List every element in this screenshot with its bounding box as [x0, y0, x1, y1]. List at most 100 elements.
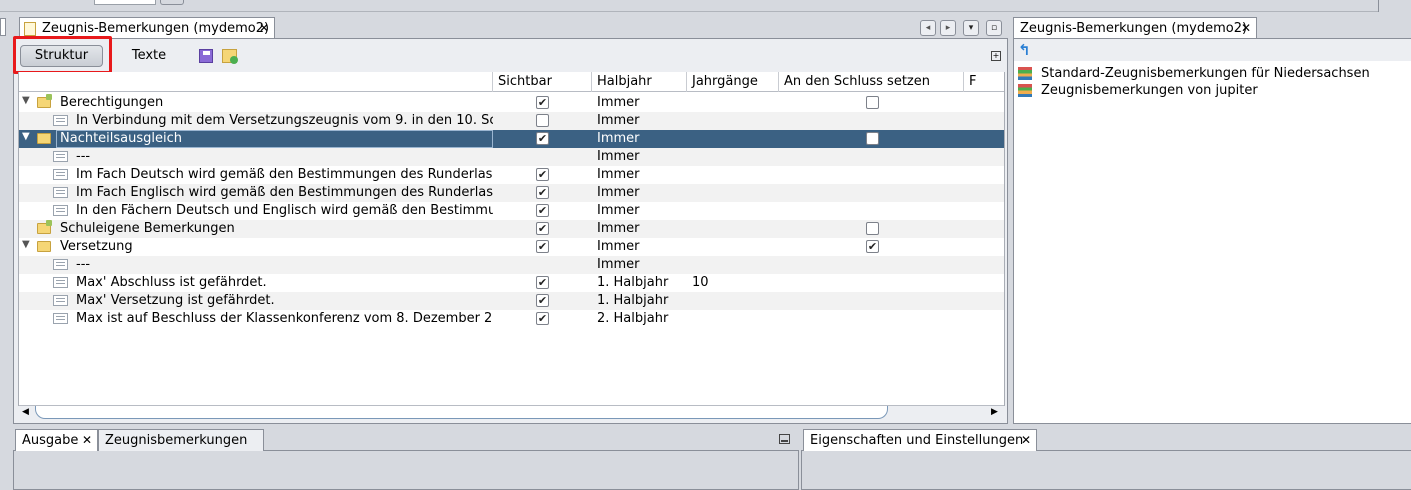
table-row[interactable]: In den Fächern Deutsch und Englisch wird… — [19, 202, 1004, 220]
stack-icon — [1018, 84, 1032, 97]
table-row[interactable]: ▼ Versetzung ✔ Immer ✔ — [19, 238, 1004, 256]
row-name: Im Fach Deutsch wird gemäß den Bestimmun… — [76, 167, 493, 182]
tab-zeugnisbemerkungen[interactable]: Zeugnisbemerkungen — [98, 429, 264, 451]
text-document-icon — [53, 187, 68, 198]
expand-toggle-icon[interactable]: ▼ — [22, 239, 30, 250]
halbjahr-cell: 2. Halbjahr — [597, 311, 669, 326]
close-icon[interactable]: ✕ — [259, 21, 269, 35]
editor-tab-title: Zeugnis-Bemerkungen (mydemo2) — [42, 21, 270, 36]
scrollbar-thumb[interactable] — [35, 406, 888, 419]
visible-checkbox[interactable]: ✔ — [536, 168, 549, 181]
end-checkbox[interactable]: ☐ — [866, 222, 879, 235]
side-list-item[interactable]: Zeugnisbemerkungen von jupiter — [1041, 83, 1258, 98]
tab-eigenschaften[interactable]: Eigenschaften und Einstellungen ✕ — [803, 429, 1037, 451]
visible-checkbox[interactable]: ✔ — [536, 222, 549, 235]
column-header-f[interactable]: F — [964, 72, 1004, 92]
close-icon[interactable]: ✕ — [1021, 433, 1031, 447]
halbjahr-cell: Immer — [597, 131, 640, 146]
visible-checkbox[interactable]: ✔ — [536, 276, 549, 289]
halbjahr-cell: Immer — [597, 239, 640, 254]
table-row[interactable]: --- Immer — [19, 256, 1004, 274]
column-header-halbjahr[interactable]: Halbjahr — [592, 72, 687, 92]
visible-checkbox[interactable]: ✔ — [536, 186, 549, 199]
folder-icon — [37, 220, 52, 234]
save-icon[interactable] — [199, 49, 213, 63]
row-name: --- — [76, 257, 91, 272]
close-icon[interactable]: ✕ — [82, 433, 92, 447]
halbjahr-cell: Immer — [597, 185, 640, 200]
table-row[interactable]: Max ist auf Beschluss der Klassenkonfere… — [19, 310, 1004, 328]
horizontal-scrollbar[interactable]: ◀ ▶ — [19, 405, 1004, 419]
visible-checkbox[interactable]: ✔ — [536, 294, 549, 307]
maximize-icon[interactable]: ▫ — [986, 20, 1002, 36]
table-row[interactable]: In Verbindung mit dem Versetzungszeugnis… — [19, 112, 1004, 130]
table-row[interactable]: ▼ Berechtigungen ✔ Immer ☐ — [19, 94, 1004, 112]
table-row[interactable]: Max' Abschluss ist gefährdet. ✔ 1. Halbj… — [19, 274, 1004, 292]
tab-eigenschaften-label: Eigenschaften und Einstellungen — [810, 433, 1024, 448]
scroll-right-arrow-icon[interactable]: ▶ — [991, 407, 998, 417]
column-header-schluss[interactable]: An den Schluss setzen — [779, 72, 964, 92]
halbjahr-cell: Immer — [597, 203, 640, 218]
visible-checkbox[interactable]: ✔ — [536, 132, 549, 145]
row-name: --- — [76, 149, 91, 164]
scroll-left-arrow-icon[interactable]: ◀ — [22, 407, 29, 417]
dropdown-icon[interactable]: ▾ — [963, 20, 979, 36]
jahrgaenge-cell: 10 — [692, 275, 709, 290]
text-document-icon — [53, 313, 68, 324]
folder-icon — [37, 133, 51, 144]
visible-checkbox[interactable]: ✔ — [536, 96, 549, 109]
expand-toggle-icon[interactable]: ▼ — [22, 95, 30, 106]
top-strip — [0, 0, 1411, 12]
left-edge — [0, 18, 6, 36]
up-arrow-icon[interactable]: ↰ — [1018, 41, 1031, 59]
highlight-box — [13, 36, 112, 74]
halbjahr-cell: 1. Halbjahr — [597, 293, 669, 308]
table-row-selected[interactable]: ▼ Nachteilsausgleich ✔ Immer ☐ — [19, 130, 1004, 148]
top-button — [160, 0, 184, 5]
row-name: In den Fächern Deutsch und Englisch wird… — [76, 203, 493, 218]
minimize-icon[interactable] — [779, 434, 790, 444]
row-name: Im Fach Englisch wird gemäß den Bestimmu… — [76, 185, 493, 200]
scroll-right-icon[interactable]: ▸ — [940, 20, 956, 36]
table-row[interactable]: Schuleigene Bemerkungen ✔ Immer ☐ — [19, 220, 1004, 238]
visible-checkbox[interactable]: ☐ — [536, 114, 549, 127]
table-header: Sichtbar Halbjahr Jahrgänge An den Schlu… — [19, 72, 1004, 92]
row-name: Berechtigungen — [60, 95, 164, 110]
end-checkbox[interactable]: ☐ — [866, 132, 879, 145]
side-list — [1014, 62, 1411, 422]
row-name: Max' Versetzung ist gefährdet. — [76, 293, 275, 308]
column-header-name[interactable] — [19, 72, 493, 92]
tab-zeugnisbemerkungen-label: Zeugnisbemerkungen — [105, 433, 248, 448]
table-row[interactable]: Im Fach Deutsch wird gemäß den Bestimmun… — [19, 166, 1004, 184]
text-document-icon — [53, 169, 68, 180]
halbjahr-cell: Immer — [597, 149, 640, 164]
row-name: Schuleigene Bemerkungen — [60, 221, 235, 236]
visible-checkbox[interactable]: ✔ — [536, 240, 549, 253]
side-list-item[interactable]: Standard-Zeugnisbemerkungen für Niedersa… — [1041, 66, 1370, 81]
visible-checkbox[interactable]: ✔ — [536, 312, 549, 325]
text-document-icon — [53, 277, 68, 288]
scroll-left-icon[interactable]: ◂ — [920, 20, 936, 36]
add-folder-icon[interactable] — [222, 49, 238, 64]
folder-icon — [37, 241, 51, 252]
expand-toggle-icon[interactable]: ▼ — [22, 131, 30, 142]
halbjahr-cell: 1. Halbjahr — [597, 275, 669, 290]
close-icon[interactable]: ✕ — [1241, 21, 1251, 35]
tab-ausgabe[interactable]: Ausgabe ✕ — [15, 429, 98, 451]
row-name: In Verbindung mit dem Versetzungszeugnis… — [76, 113, 493, 128]
texte-button[interactable]: Texte — [122, 45, 176, 67]
column-header-sichtbar[interactable]: Sichtbar — [493, 72, 592, 92]
end-checkbox[interactable]: ☐ — [866, 96, 879, 109]
end-checkbox[interactable]: ✔ — [866, 240, 879, 253]
side-tab[interactable]: Zeugnis-Bemerkungen (mydemo2) ✕ — [1013, 17, 1257, 39]
stack-icon — [1018, 67, 1032, 80]
text-document-icon — [53, 205, 68, 216]
table-row[interactable]: --- Immer — [19, 148, 1004, 166]
row-name: Max' Abschluss ist gefährdet. — [76, 275, 267, 290]
table-row[interactable]: Max' Versetzung ist gefährdet. ✔ 1. Halb… — [19, 292, 1004, 310]
table-row[interactable]: Im Fach Englisch wird gemäß den Bestimmu… — [19, 184, 1004, 202]
visible-checkbox[interactable]: ✔ — [536, 204, 549, 217]
column-header-jahrgaenge[interactable]: Jahrgänge — [687, 72, 779, 92]
layout-icon[interactable]: + — [991, 51, 1001, 61]
separator-icon — [53, 151, 68, 162]
